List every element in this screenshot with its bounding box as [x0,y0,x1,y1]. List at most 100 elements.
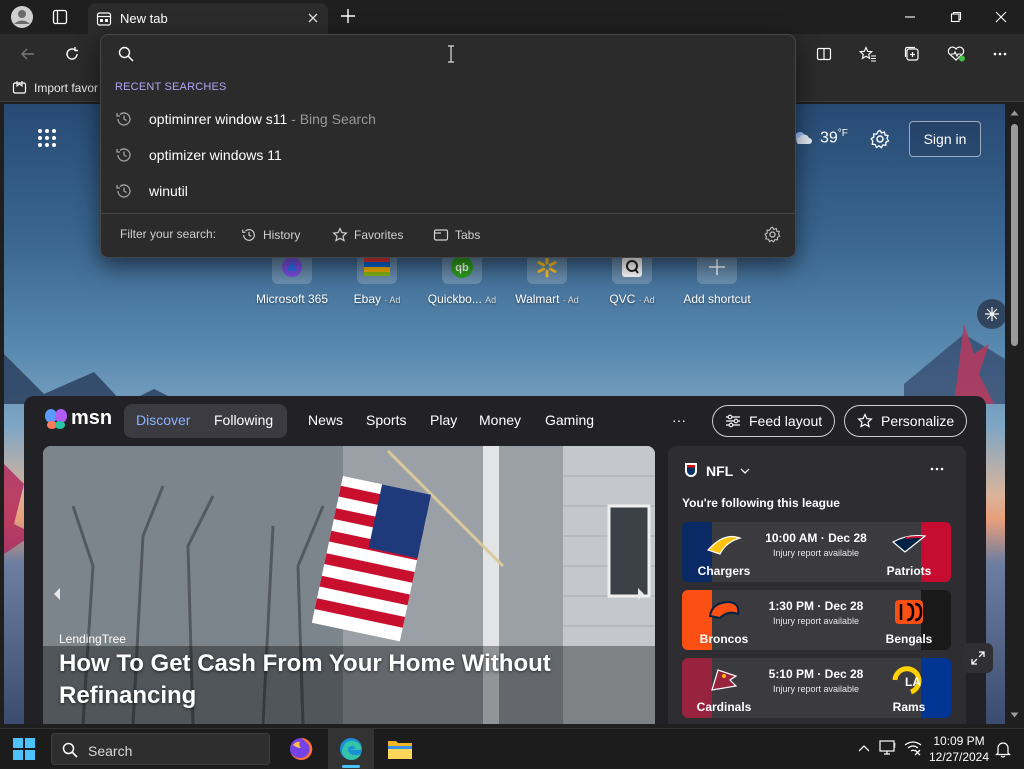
scrollbar-thumb[interactable] [1011,124,1018,346]
search-settings-icon[interactable] [764,226,781,243]
following-league-text: You're following this league [682,496,840,510]
shortcut-ebay[interactable]: Ebay · Ad [337,250,417,306]
suggestion-source: - Bing Search [291,111,376,127]
tab-new-tab[interactable]: New tab [88,3,328,34]
refresh-button[interactable] [58,42,86,66]
weather-widget[interactable]: 39°F [792,128,848,147]
nfl-card: NFL You're following this league 10:00 A… [668,446,966,724]
import-favorites-icon[interactable] [12,80,28,96]
nfl-title[interactable]: NFL [706,463,733,479]
game-card[interactable]: 1:30 PM · Dec 28 Injury report available… [682,590,951,650]
page-settings-icon[interactable] [870,129,890,149]
svg-text:qb: qb [455,262,469,274]
dropdown-divider [101,213,795,214]
shortcut-label: Microsoft 365 [255,292,329,306]
nav-money[interactable]: Money [479,412,521,428]
app-launcher-icon[interactable] [37,128,57,148]
shortcut-label: Walmart [515,292,560,306]
favorites-icon[interactable] [854,42,882,66]
start-windows-icon[interactable] [13,738,35,760]
scroll-down-icon[interactable] [1010,712,1019,718]
background-customize-icon[interactable] [977,299,1007,329]
clock-time: 10:09 PM [933,734,985,748]
tab-title: New tab [120,11,168,26]
svg-text:!: ! [894,743,896,750]
tab-actions-icon[interactable] [52,9,68,25]
nav-following[interactable]: Following [214,412,273,428]
address-bar-dropdown: RECENT SEARCHES optiminrer window s11 - … [100,34,796,258]
card-more-icon[interactable] [930,466,944,472]
shortcut-quickbooks[interactable]: qb Quickbo... Ad [422,250,502,306]
msn-logo-text: msn [71,407,113,429]
import-favorites-link[interactable]: Import favor [34,81,98,95]
back-button[interactable] [14,42,42,66]
nav-news[interactable]: News [308,412,343,428]
search-icon [62,742,78,758]
nav-sports[interactable]: Sports [366,412,406,428]
sign-in-button[interactable]: Sign in [909,121,981,157]
nav-discover[interactable]: Discover [136,412,190,428]
settings-more-icon[interactable] [986,42,1014,66]
ad-badge: Ad [485,295,497,305]
shortcut-add[interactable]: Add shortcut [677,250,757,306]
file-explorer-icon[interactable] [387,738,413,760]
edge-taskbar-button[interactable] [328,729,374,769]
system-clock[interactable]: 10:09 PM 12/27/2024 [926,733,992,765]
minimize-button[interactable] [895,6,925,28]
nav-play[interactable]: Play [430,412,457,428]
article-headline[interactable]: How To Get Cash From Your Home Without R… [59,648,599,712]
filter-tabs[interactable]: Tabs [433,227,480,243]
personalize-label: Personalize [881,413,955,429]
feed-layout-button[interactable]: Feed layout [712,405,836,437]
shortcut-microsoft-365[interactable]: Microsoft 365 [252,250,332,306]
game-card[interactable]: LA 5:10 PM · Dec 28 Injury report availa… [682,658,951,718]
notification-bell-icon[interactable] [995,740,1011,758]
profile-avatar[interactable] [10,5,34,29]
home-team-name: Broncos [699,632,749,646]
filter-label: Filter your search: [120,227,217,241]
game-time: 5:10 PM · Dec 28 [768,667,864,681]
title-bar: New tab [0,0,1024,34]
new-tab-button[interactable] [340,8,356,24]
hero-prev-arrow[interactable] [45,582,69,606]
filter-favorites-label: Favorites [354,228,404,242]
address-bar-input[interactable] [101,35,795,73]
taskbar-search[interactable]: Search [51,733,270,765]
collections-icon[interactable] [898,42,926,66]
taskbar: Search ! 10:09 PM 12/27/2024 [0,728,1024,769]
ad-badge: · Ad [638,295,655,305]
home-team-name: Cardinals [696,700,752,714]
close-window-button[interactable] [986,6,1016,28]
suggestion-item[interactable]: optiminrer window s11 - Bing Search [101,101,795,137]
display-icon[interactable]: ! [879,740,897,756]
suggestion-item[interactable]: winutil [101,173,795,209]
suggestion-item[interactable]: optimizer windows 11 [101,137,795,173]
shortcut-qvc[interactable]: QVC · Ad [592,250,672,306]
hero-next-arrow[interactable] [629,582,653,606]
injury-note: Injury report available [772,684,860,694]
network-icon[interactable] [904,740,922,756]
game-card[interactable]: 10:00 AM · Dec 28 Injury report availabl… [682,522,951,582]
chevron-down-icon[interactable] [740,467,750,475]
close-tab-icon[interactable] [306,11,320,25]
shortcut-walmart[interactable]: Walmart · Ad [507,250,587,306]
taskbar-search-label: Search [88,743,133,759]
personalize-button[interactable]: Personalize [844,405,968,437]
nav-gaming[interactable]: Gaming [545,412,594,428]
hero-article[interactable]: LendingTree How To Get Cash From Your Ho… [43,446,655,724]
search-icon [118,46,134,62]
firefox-icon[interactable] [288,736,314,762]
article-source: LendingTree [59,632,126,646]
game-time: 1:30 PM · Dec 28 [768,599,864,613]
page-scrollbar[interactable] [1005,104,1024,724]
chevron-up-icon[interactable] [858,744,870,752]
filter-favorites[interactable]: Favorites [332,227,403,243]
msn-logo[interactable]: msn [44,407,112,430]
browser-essentials-icon[interactable] [942,42,970,66]
expand-icon[interactable] [963,643,993,673]
nav-more-icon[interactable]: ··· [672,412,686,428]
filter-history[interactable]: History [241,227,300,243]
split-screen-icon[interactable] [810,42,838,66]
restore-button[interactable] [941,6,971,28]
scroll-up-icon[interactable] [1010,110,1019,116]
